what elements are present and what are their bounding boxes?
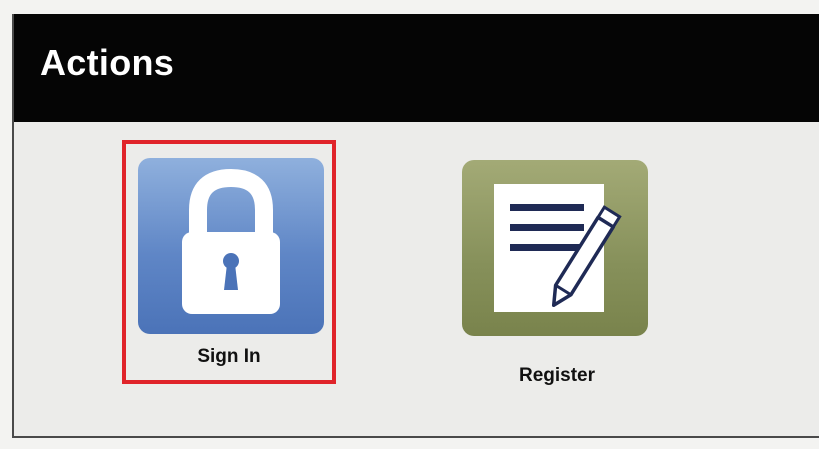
register-button[interactable]: Register: [462, 160, 652, 396]
sign-in-label: Sign In: [197, 346, 261, 367]
sign-in-button[interactable]: Sign In: [122, 140, 336, 384]
document-pen-icon: [494, 184, 622, 312]
sign-in-tile: [138, 158, 324, 334]
panel-title: Actions: [40, 42, 175, 83]
register-tile: [462, 160, 648, 336]
panel-header: Actions: [14, 14, 819, 122]
lock-icon: [182, 168, 280, 314]
register-label: Register: [518, 365, 596, 386]
